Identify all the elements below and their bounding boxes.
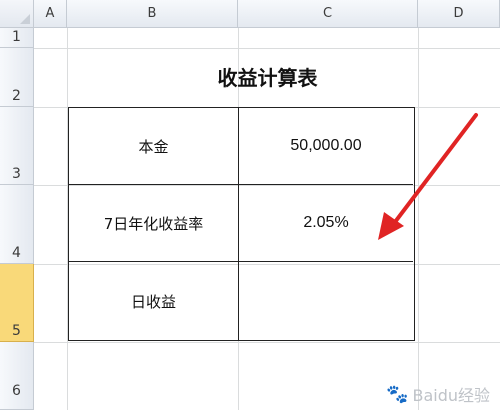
cell-daily-income-value[interactable] [239,262,413,340]
column-header-d[interactable]: D [418,0,500,28]
sheet-title[interactable]: 收益计算表 [40,62,495,91]
row-header-4[interactable]: 4 [0,185,34,264]
cell-annual-yield-value[interactable]: 2.05% [239,185,413,262]
gridline [34,48,500,49]
select-all-corner[interactable] [0,0,34,28]
column-header-a[interactable]: A [34,0,67,28]
row-header-3[interactable]: 3 [0,107,34,185]
row-header-2[interactable]: 2 [0,48,34,107]
baidu-watermark: 🐾 Baidu经验 [386,383,490,406]
cell-principal-value[interactable]: 50,000.00 [239,108,413,185]
spreadsheet: A B C D 1 2 3 4 5 6 收益计算表 本金 50,000.00 7… [0,0,500,410]
row-header-5[interactable]: 5 [0,264,34,342]
column-header-c[interactable]: C [238,0,418,28]
cell-principal-label[interactable]: 本金 [69,108,239,185]
income-table: 本金 50,000.00 7日年化收益率 2.05% 日收益 [68,107,415,341]
cell-daily-income-label[interactable]: 日收益 [69,262,239,340]
row-header-6[interactable]: 6 [0,342,34,410]
column-header-b[interactable]: B [67,0,238,28]
gridline [34,342,500,343]
paw-icon: 🐾 [386,383,409,405]
row-header-1[interactable]: 1 [0,28,34,48]
cell-annual-yield-label[interactable]: 7日年化收益率 [69,185,239,262]
column-header-bar: A B C D [0,0,500,28]
